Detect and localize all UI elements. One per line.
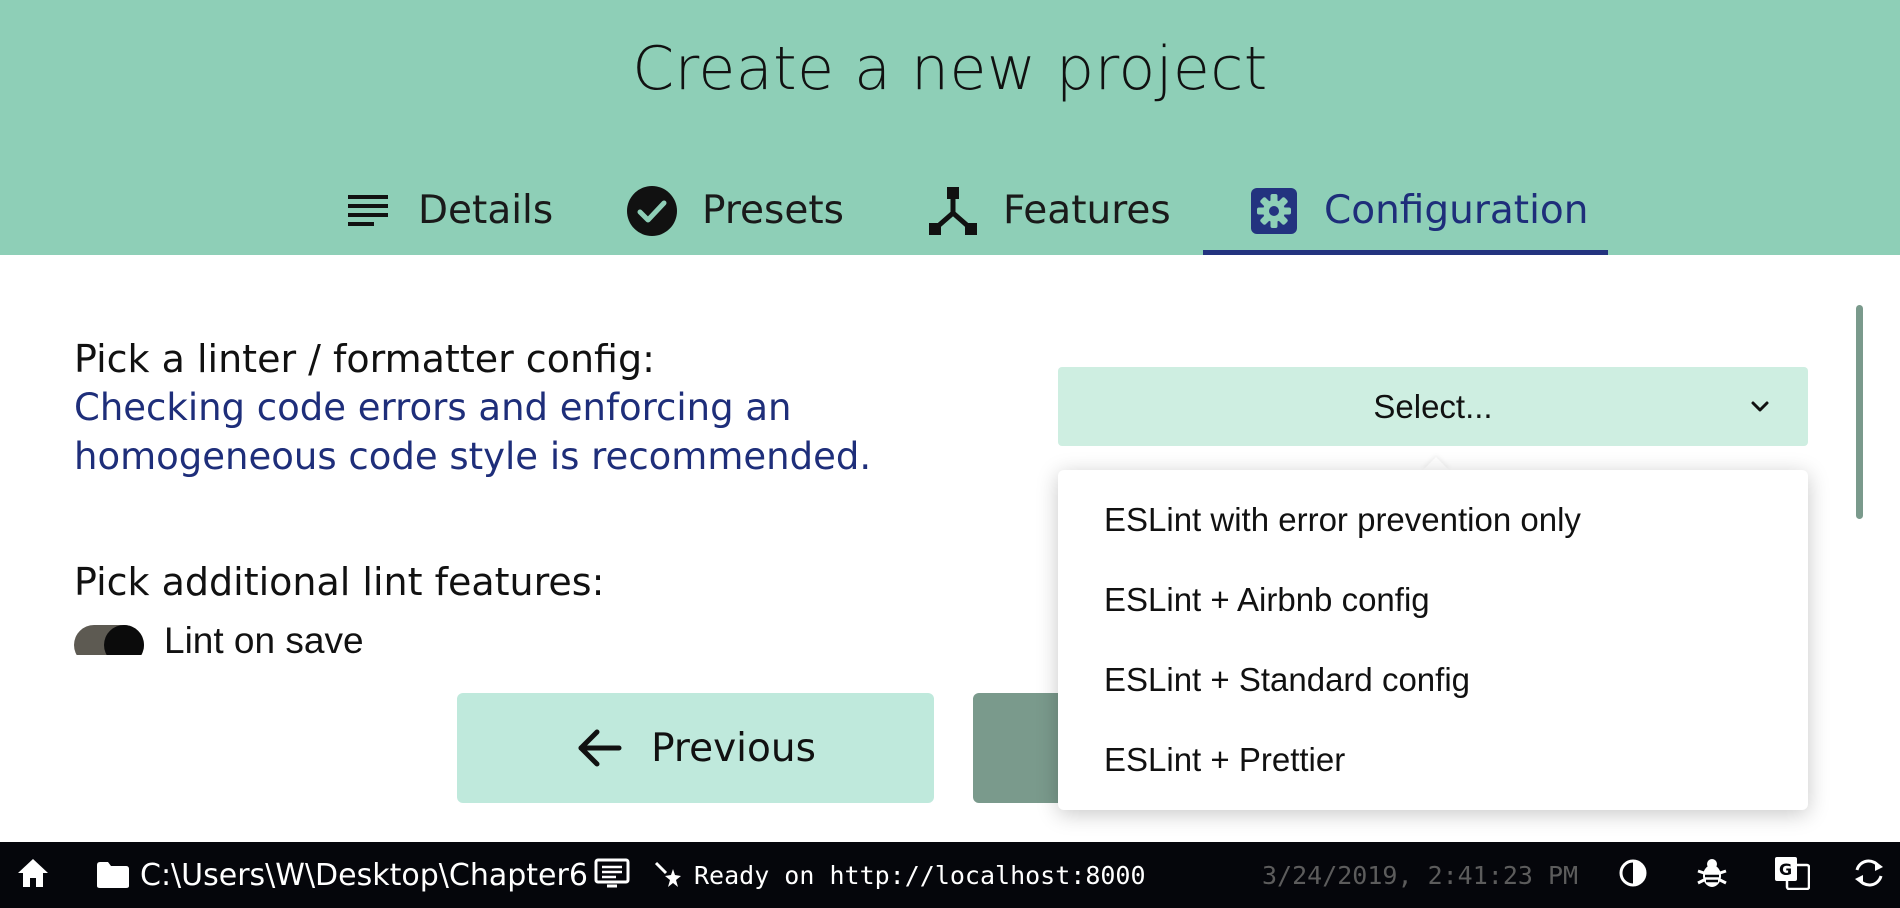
header: Create a new project Details Presets Fea… [0, 0, 1900, 255]
check-circle-icon [626, 185, 678, 237]
bug-icon [1696, 857, 1728, 894]
option-eslint-error-prevention[interactable]: ESLint with error prevention only [1058, 480, 1808, 560]
folder-icon [96, 861, 130, 889]
option-eslint-prettier[interactable]: ESLint + Prettier [1058, 720, 1808, 800]
console-button[interactable] [594, 842, 630, 908]
tab-details[interactable]: Details [330, 166, 553, 255]
linter-config-dropdown: ESLint with error prevention only ESLint… [1058, 470, 1808, 810]
server-status-text: Ready on http://localhost:8000 [694, 860, 1146, 890]
toggle-knob [104, 625, 144, 655]
dropdown-caret [1422, 457, 1450, 471]
tab-features-label: Features [1003, 188, 1171, 233]
datetime-text: 3/24/2019, 2:41:23 PM [1262, 860, 1579, 890]
linter-desc-line-2: homogeneous code style is recommended. [74, 435, 872, 478]
lint-features-label: Pick additional lint features: [74, 560, 605, 604]
lint-on-save-toggle[interactable] [74, 625, 144, 655]
status-bar: C:\Users\W\Desktop\Chapter6 Ready on htt… [0, 842, 1900, 908]
terminal-icon [594, 858, 630, 893]
refresh-icon [1852, 856, 1886, 895]
svg-text:G: G [1779, 860, 1792, 879]
page-title: Create a new project [632, 34, 1268, 104]
previous-button-label: Previous [651, 725, 816, 771]
option-eslint-standard[interactable]: ESLint + Standard config [1058, 640, 1808, 720]
lint-on-save-label: Lint on save [164, 620, 364, 655]
app-window: Create a new project Details Presets Fea… [0, 0, 1900, 908]
project-path: C:\Users\W\Desktop\Chapter6 [140, 857, 588, 893]
home-button[interactable] [16, 842, 50, 908]
datetime: 3/24/2019, 2:41:23 PM [1262, 842, 1578, 908]
option-eslint-airbnb[interactable]: ESLint + Airbnb config [1058, 560, 1808, 640]
tab-bar: Details Presets Features Configuration [0, 166, 1900, 255]
content-scrollbar[interactable] [1856, 305, 1863, 519]
previous-button[interactable]: Previous [457, 693, 934, 803]
server-status: Ready on http://localhost:8000 [654, 842, 1146, 908]
linter-config-select[interactable]: Select... [1058, 367, 1808, 446]
arrow-left-icon [575, 724, 623, 772]
bug-report-button[interactable] [1696, 842, 1728, 908]
translate-button[interactable]: G [1774, 842, 1811, 908]
dark-mode-button[interactable] [1618, 842, 1648, 908]
contrast-icon [1618, 858, 1648, 893]
chevron-down-icon [1748, 395, 1772, 419]
tab-features[interactable]: Features [915, 166, 1171, 255]
home-icon [16, 857, 50, 894]
tab-configuration-label: Configuration [1324, 188, 1589, 233]
refresh-button[interactable] [1852, 842, 1886, 908]
linter-desc-line-1: Checking code errors and enforcing an [74, 386, 792, 429]
tab-details-label: Details [418, 188, 554, 233]
project-folder[interactable]: C:\Users\W\Desktop\Chapter6 [96, 842, 588, 908]
tab-presets-label: Presets [702, 188, 844, 233]
linter-config-label: Pick a linter / formatter config: [74, 337, 655, 381]
sparkle-icon [654, 861, 682, 889]
tab-configuration[interactable]: Configuration [1236, 166, 1589, 255]
tab-presets[interactable]: Presets [614, 166, 844, 255]
gear-icon [1248, 185, 1300, 237]
linter-config-description: Checking code errors and enforcing an ho… [74, 383, 974, 481]
select-value: Select... [1373, 387, 1493, 425]
list-icon [342, 185, 394, 237]
translate-icon: G [1774, 856, 1811, 895]
fork-icon [927, 185, 979, 237]
